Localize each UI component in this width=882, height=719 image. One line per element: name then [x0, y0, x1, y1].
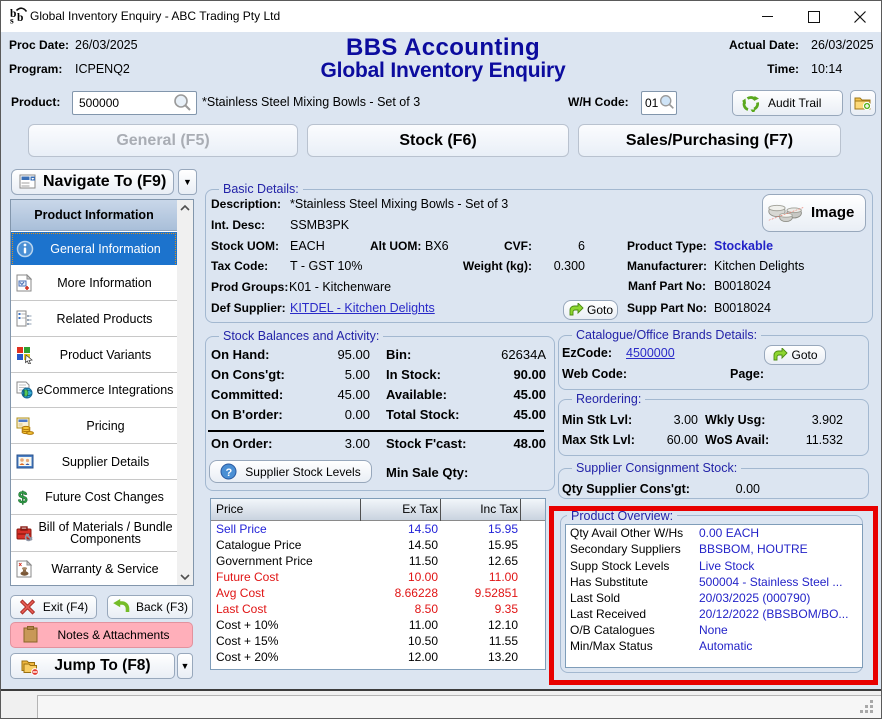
svg-text:s: s — [10, 17, 14, 27]
svg-text:$: $ — [18, 488, 28, 506]
svg-text:b: b — [17, 12, 23, 24]
svg-text:?: ? — [226, 467, 233, 479]
